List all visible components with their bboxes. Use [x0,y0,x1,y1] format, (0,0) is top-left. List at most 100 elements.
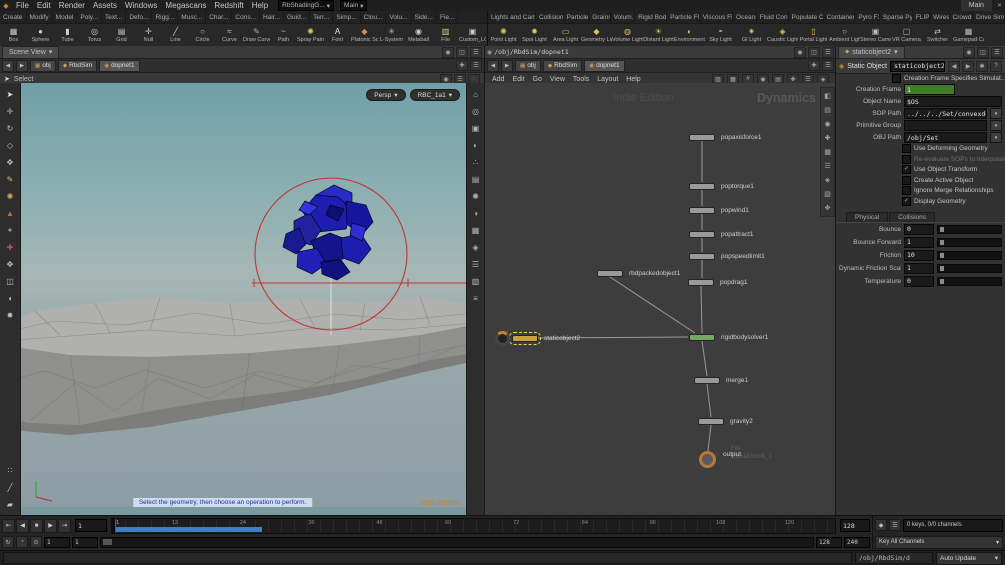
shelf-tool[interactable]: ╱ Line [162,24,189,46]
close-icon[interactable]: ✕ [997,2,1002,9]
pane-control-icon[interactable]: ◫ [808,47,820,58]
breadcrumb-item[interactable]: ◉ dopnet1 [99,60,139,72]
checkbox-icon[interactable] [902,144,911,153]
shelf-tool[interactable]: ~ Path [270,24,297,46]
tool-strip-icon[interactable]: ↻ [4,122,17,134]
display-option-icon[interactable]: ≡ [469,292,482,304]
network-side-icon[interactable]: ▧ [821,189,834,199]
shelf-tool[interactable]: ▦ Box [0,24,27,46]
desktop-tab-main[interactable]: Main [961,0,992,11]
param-header-icon[interactable]: ✱ [976,61,988,72]
shelf-tool[interactable]: ◎ Torus [81,24,108,46]
network-tab[interactable]: ◉ dopnet1 [584,60,624,72]
breadcrumb-item[interactable]: ▦ obj [30,60,56,72]
shelf-tool[interactable]: ◐ Environment Light [674,24,705,46]
shelf-tab[interactable]: Wires [930,11,949,23]
network-side-icon[interactable]: ▤ [821,105,834,115]
shelf-tool[interactable]: ▮ Tube [54,24,81,46]
display-option-icon[interactable]: ▤ [469,173,482,185]
display-option-icon[interactable]: ∴ [469,156,482,168]
node-chooser-icon[interactable]: ▾ [990,108,1002,119]
network-side-icon[interactable]: ✚ [821,133,834,143]
shelf-tab[interactable]: Sparse Py... [880,11,913,23]
shelf-tab[interactable]: Musc... [178,11,206,23]
display-option-icon[interactable]: ◎ [469,105,482,117]
shelf-tab[interactable]: Drive Sim... [973,11,1005,23]
tool-strip-icon[interactable]: ✎ [4,173,17,185]
node-output[interactable]: output [699,451,716,468]
shelf-tab[interactable]: Rigid Bod... [635,11,667,23]
shelf-tool[interactable]: ≈ Curve [216,24,243,46]
shelf-tool[interactable]: ✳ L-System [378,24,405,46]
shelf-tool[interactable]: ✎ Draw Curve [243,24,270,46]
shelf-tool[interactable]: ◍ Volume Light [612,24,643,46]
param-header-icon[interactable]: ▶ [962,61,974,72]
menu-item[interactable]: Megascans [161,0,210,11]
shelf-tab[interactable]: Cons... [232,11,260,23]
shelf-tab[interactable]: Fie... [437,11,458,23]
param-slider[interactable] [937,277,1002,286]
shelf-tab[interactable]: Particles [564,11,590,23]
nav-back-icon[interactable]: ◀ [487,60,499,72]
network-canvas[interactable]: Indie Edition Dynamics popaxisforce1popt… [485,83,836,515]
network-tab[interactable]: ◆ RbdSim [543,60,582,72]
param-value-field[interactable]: 0 [904,276,934,287]
network-tab[interactable]: ▦ obj [515,60,541,72]
playback-range-slider[interactable] [100,537,814,548]
node-popattract1[interactable]: popattract1 [689,231,715,238]
network-menu-item[interactable]: Add [488,76,508,83]
shelf-tab[interactable]: Terr... [310,11,333,23]
shelf-tool[interactable]: ● Sphere [27,24,54,46]
playback-option-button[interactable]: ⊙ [30,536,42,548]
shelf-tool[interactable]: ◉ Metaball [405,24,432,46]
display-option-icon[interactable]: ▣ [469,122,482,134]
auto-update-dropdown[interactable]: Auto Update ▾ [936,552,1002,565]
shelf-tab[interactable]: Poly... [77,11,102,23]
obj-path-field[interactable]: /obj/Set [904,132,987,143]
play-end-field[interactable]: 128 [816,537,842,548]
range-end-field[interactable]: 240 [844,537,870,548]
param-header-icon[interactable]: ? [990,61,1002,72]
checkbox-icon[interactable] [902,186,911,195]
shelf-tab[interactable]: Defo... [126,11,152,23]
slider-handle[interactable] [940,253,944,258]
slider-handle[interactable] [940,240,944,245]
playback-option-button[interactable]: ↻ [2,536,14,548]
select-mode-icon[interactable]: ▰ [4,498,17,510]
display-option-icon[interactable]: ⌂ [469,88,482,100]
pane-control-icon[interactable]: ☰ [470,47,482,58]
network-menu-item[interactable]: View [546,76,569,83]
shelf-tab[interactable]: Clou... [361,11,387,23]
shelf-tool[interactable]: ◆ Geometry Light [581,24,612,46]
menu-item[interactable]: Edit [33,0,55,11]
node-popdrag1[interactable]: popdrag1 [688,279,714,286]
shelf-tool[interactable]: ▦ Gamepad Camera [953,24,984,46]
viewport-3d[interactable]: ➤✛↻◇✥✎✺▲✦✚✥◫◖✹ ∷╱▰ ⌂◎▣◐∴▤✺◑▦◈☰▧≡ Persp ▾… [0,83,484,515]
node-rbdpackedobject1[interactable]: rbdpackedobject1 [597,270,623,277]
node-popaxisforce1[interactable]: popaxisforce1 [689,134,715,141]
node-gravity2[interactable]: gravity2 [698,418,724,425]
param-slider[interactable] [937,264,1002,273]
shelf-tab[interactable]: Volum... [611,11,636,23]
shelf-tab[interactable]: Model [53,11,78,23]
tool-strip-icon[interactable]: ✥ [4,156,17,168]
nav-forward-icon[interactable]: ▶ [501,60,513,72]
shelf-tool[interactable]: A Font [324,24,351,46]
display-option-icon[interactable]: ▧ [469,275,482,287]
node-rigidbodysolver1[interactable]: rigidbodysolver1 [689,334,715,341]
playback-button[interactable]: ▶ [44,519,57,533]
playback-button[interactable]: ◀ [16,519,29,533]
node-merge1[interactable]: merge1 [694,377,720,384]
shelf-tool[interactable]: ▢ VR Camera [891,24,922,46]
slider-handle[interactable] [940,266,944,271]
nav-back-icon[interactable]: ◀ [2,60,14,72]
checkbox-icon[interactable] [902,176,911,185]
shelf-tab[interactable]: Rigg... [152,11,178,23]
network-menu-item[interactable]: Go [529,76,546,83]
node-staticobject2[interactable]: staticobject2 [512,335,538,342]
sop-path-field[interactable]: ../../../Set/convexde [904,108,987,119]
shelf-tool[interactable]: ○ Circle [189,24,216,46]
range-handle[interactable] [103,539,112,545]
tool-strip-icon[interactable]: ✺ [4,190,17,202]
network-path[interactable]: /obj/RbdSim/dopnet1 [494,48,568,56]
